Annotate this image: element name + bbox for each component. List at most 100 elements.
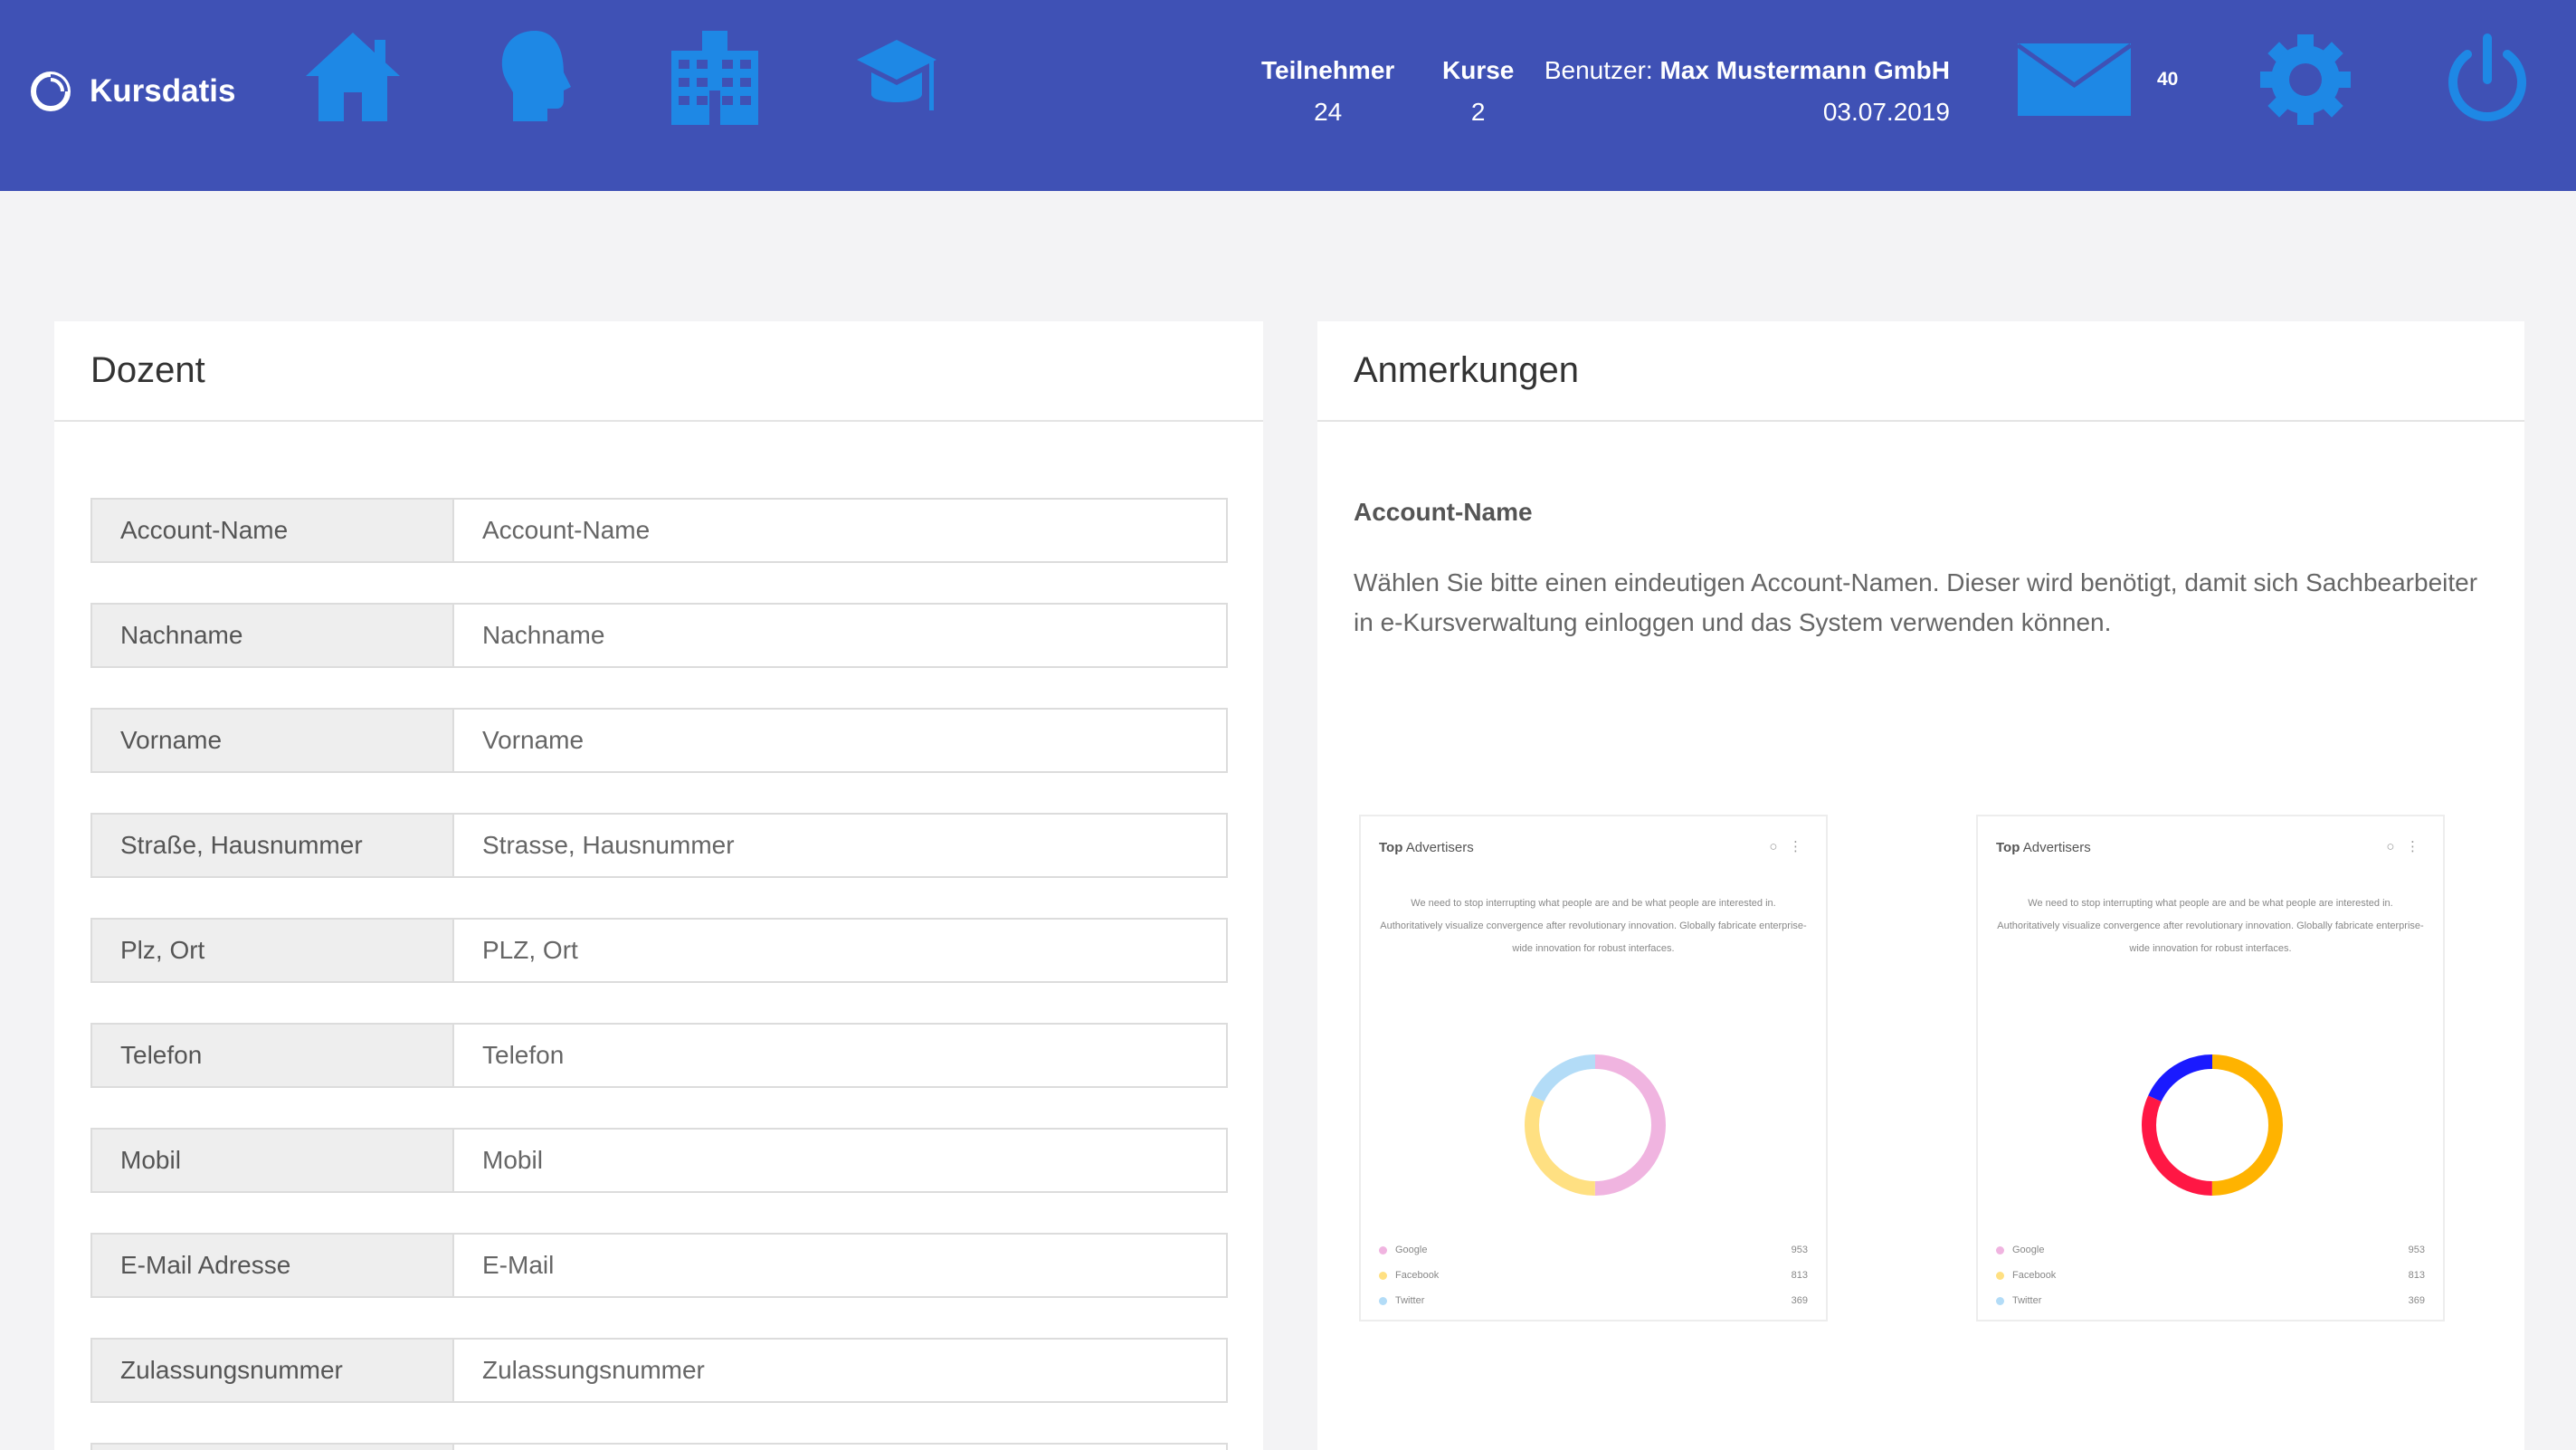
widget-tools: ○ ⋮	[2386, 838, 2419, 854]
widget-title: Top Advertisers	[1379, 840, 1474, 855]
card-header: Anmerkungen	[1317, 321, 2524, 422]
current-date: 03.07.2019	[1822, 98, 1950, 126]
note-title: Account-Name	[1354, 498, 1533, 526]
widget-description: We need to stop interrupting what people…	[1997, 898, 2424, 954]
form-row-account-name: Account-Name	[90, 498, 1228, 563]
dozent-form: Account-Name Nachname Vorname Straße, Ha…	[54, 422, 1263, 1450]
school-building-icon[interactable]	[670, 27, 760, 127]
field-label: Account-Name	[90, 498, 452, 563]
user-info: Benutzer: Max Mustermann GmbH 03.07.2019	[1545, 56, 1950, 127]
more-vertical-icon[interactable]: ⋮	[1789, 839, 1802, 854]
donut-chart	[1525, 1054, 1666, 1196]
form-row-email: E-Mail Adresse	[90, 1233, 1228, 1298]
user-line: Benutzer: Max Mustermann GmbH	[1545, 56, 1950, 85]
widget-title-rest: Advertisers	[1405, 840, 1474, 855]
form-row-vorname: Vorname	[90, 708, 1228, 773]
legend-dot	[1379, 1271, 1387, 1280]
stat-label: Kurse	[1442, 56, 1515, 84]
plz-ort-input[interactable]	[452, 918, 1228, 983]
widget-title: Top Advertisers	[1996, 840, 2091, 855]
brand[interactable]: Kursdatis	[28, 69, 235, 114]
top-advertisers-widget: Top Advertisers ○ ⋮ We need to stop inte…	[1976, 815, 2445, 1321]
anmerkungen-card: Anmerkungen Account-Name Wählen Sie bitt…	[1317, 321, 2524, 1450]
field-label: Straße, Hausnummer	[90, 813, 452, 878]
email-input[interactable]	[452, 1233, 1228, 1298]
mail-count-badge: 40	[2157, 69, 2179, 90]
widget-legend: Google 953 Facebook 813 Twitter 369	[1379, 1237, 1808, 1313]
nachname-input[interactable]	[452, 603, 1228, 668]
field-label: Vorname	[90, 708, 452, 773]
legend-value: 813	[1791, 1270, 1808, 1281]
legend-value: 953	[2408, 1245, 2425, 1255]
form-row-zulassungsnummer: Zulassungsnummer	[90, 1338, 1228, 1403]
form-row-mobil: Mobil	[90, 1128, 1228, 1193]
refresh-icon[interactable]: ○	[2386, 839, 2394, 854]
field-label: Zulassungsnummer	[90, 1338, 452, 1403]
stat-value: 2	[1470, 98, 1486, 126]
field-label: Telefon	[90, 1023, 452, 1088]
zulassungsnummer-input[interactable]	[452, 1338, 1228, 1403]
note-text: Wählen Sie bitte einen eindeutigen Accou…	[1354, 568, 2478, 636]
form-row-strasse: Straße, Hausnummer	[90, 813, 1228, 878]
legend-name: Twitter	[1395, 1295, 1425, 1306]
field-label	[90, 1443, 452, 1450]
vorname-input[interactable]	[452, 708, 1228, 773]
user-name[interactable]: Max Mustermann GmbH	[1660, 56, 1951, 84]
top-advertisers-widget: Top Advertisers ○ ⋮ We need to stop inte…	[1359, 815, 1828, 1321]
home-icon[interactable]	[302, 27, 404, 127]
legend-value: 369	[1791, 1295, 1808, 1306]
stat-label: Teilnehmer	[1261, 56, 1395, 84]
widget-description: We need to stop interrupting what people…	[1380, 898, 1807, 954]
refresh-icon[interactable]: ○	[1769, 839, 1777, 854]
donut-chart	[2142, 1054, 2283, 1196]
legend-row: Facebook 813	[1996, 1263, 2425, 1288]
legend-dot	[1379, 1296, 1387, 1305]
card-header: Dozent	[54, 321, 1263, 422]
legend-value: 953	[1791, 1245, 1808, 1255]
more-vertical-icon[interactable]: ⋮	[2406, 839, 2419, 854]
legend-name: Twitter	[2012, 1295, 2042, 1306]
telefon-input[interactable]	[452, 1023, 1228, 1088]
mobil-input[interactable]	[452, 1128, 1228, 1193]
widget-title-rest: Advertisers	[2022, 840, 2091, 855]
legend-row: Twitter 369	[1996, 1288, 2425, 1313]
legend-name: Facebook	[1395, 1270, 1440, 1281]
legend-name: Google	[2012, 1245, 2045, 1255]
app-name: Kursdatis	[90, 73, 236, 109]
stat-teilnehmer: Teilnehmer 24	[1261, 56, 1394, 127]
form-row-plz-ort: Plz, Ort	[90, 918, 1228, 983]
stat-value: 24	[1314, 98, 1343, 126]
widget-tools: ○ ⋮	[1769, 838, 1802, 854]
legend-dot	[1996, 1245, 2004, 1254]
head-profile-icon[interactable]	[495, 27, 573, 127]
field-label: Mobil	[90, 1128, 452, 1193]
legend-value: 813	[2408, 1270, 2425, 1281]
widget-legend: Google 953 Facebook 813 Twitter 369	[1996, 1237, 2425, 1313]
field-label: Nachname	[90, 603, 452, 668]
legend-dot	[1996, 1296, 2004, 1305]
legend-row: Facebook 813	[1379, 1263, 1808, 1288]
next-field-input[interactable]	[452, 1443, 1228, 1450]
field-label: E-Mail Adresse	[90, 1233, 452, 1298]
field-label: Plz, Ort	[90, 918, 452, 983]
note-section: Account-Name Wählen Sie bitte einen eind…	[1317, 422, 2524, 643]
legend-row: Google 953	[1379, 1237, 1808, 1263]
legend-name: Google	[1395, 1245, 1428, 1255]
power-icon[interactable]	[2440, 33, 2534, 127]
legend-name: Facebook	[2012, 1270, 2057, 1281]
graduation-cap-icon[interactable]	[855, 27, 938, 127]
form-row-nachname: Nachname	[90, 603, 1228, 668]
legend-row: Twitter 369	[1379, 1288, 1808, 1313]
mail-icon[interactable]	[2016, 43, 2133, 116]
legend-row: Google 953	[1996, 1237, 2425, 1263]
widget-title-bold: Top	[1379, 840, 1403, 855]
dozent-card: Dozent Account-Name Nachname Vorname Str…	[54, 321, 1263, 1450]
gear-icon[interactable]	[2258, 33, 2353, 127]
legend-dot	[1996, 1271, 2004, 1280]
card-title: Dozent	[90, 350, 205, 390]
legend-dot	[1379, 1245, 1387, 1254]
legend-value: 369	[2408, 1295, 2425, 1306]
form-row-telefon: Telefon	[90, 1023, 1228, 1088]
account-name-input[interactable]	[452, 498, 1228, 563]
strasse-input[interactable]	[452, 813, 1228, 878]
